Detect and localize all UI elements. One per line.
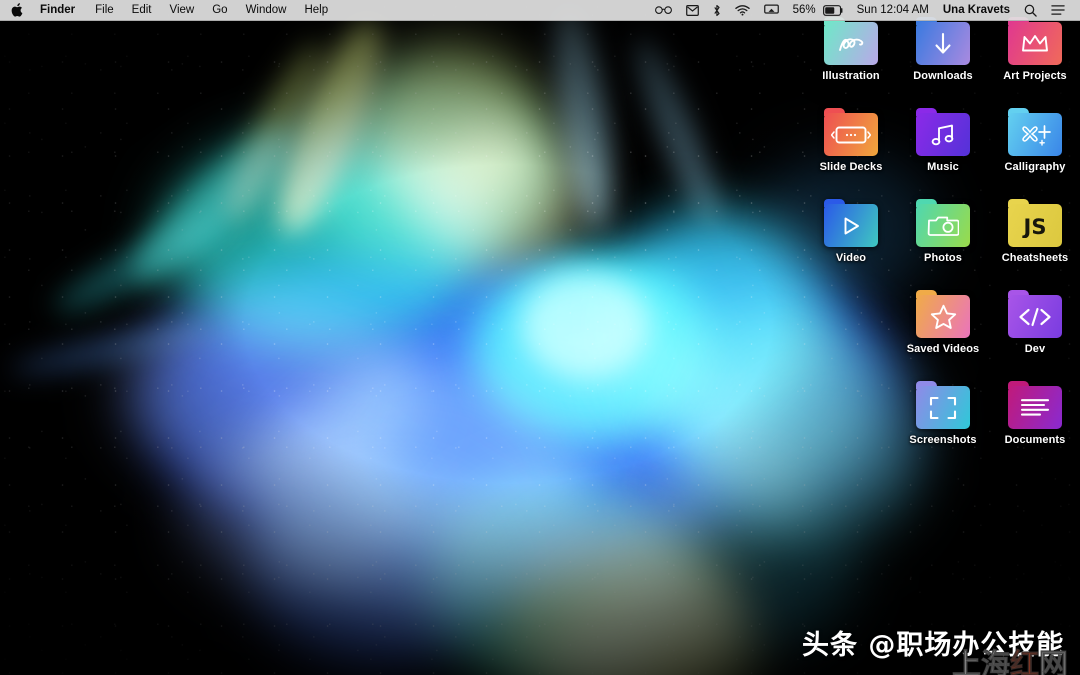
watermark-shanghaihongwang: 上海红网 xyxy=(951,641,1069,675)
battery-percent-label: 56% xyxy=(792,4,816,16)
crop-icon xyxy=(916,386,970,429)
crown-icon xyxy=(1008,22,1062,65)
folder-icon[interactable] xyxy=(824,199,878,247)
user-name-label[interactable]: Una Kravets xyxy=(936,0,1017,20)
watermark-part-1: 上海 xyxy=(951,647,1011,675)
menu-item-finder[interactable]: Finder xyxy=(34,0,86,20)
desktop-screen: Finder File Edit View Go Window Help 56%… xyxy=(0,0,1080,675)
wifi-icon[interactable] xyxy=(728,0,757,20)
menu-item-edit[interactable]: Edit xyxy=(123,0,161,20)
menu-item-help[interactable]: Help xyxy=(295,0,337,20)
star-icon xyxy=(916,295,970,338)
mail-icon[interactable] xyxy=(679,0,706,20)
desktop-icon-illustration[interactable]: Illustration xyxy=(806,17,896,83)
folder-icon[interactable] xyxy=(824,108,878,156)
js-icon: JS xyxy=(1008,204,1062,247)
folder-icon[interactable] xyxy=(824,17,878,65)
desktop-icon-label: Saved Videos xyxy=(906,343,980,355)
folder-icon[interactable] xyxy=(916,17,970,65)
desktop-icon-label: Music xyxy=(927,161,959,173)
desktop-icon-label: Video xyxy=(835,252,867,264)
desktop-icon-label: Photos xyxy=(924,252,962,264)
desktop-icon-art-projects[interactable]: Art Projects xyxy=(990,17,1080,83)
folder-icon[interactable]: JS xyxy=(1008,199,1062,247)
slide-icon xyxy=(824,113,878,156)
apple-logo-icon[interactable] xyxy=(9,0,34,20)
svg-text:JS: JS xyxy=(1022,215,1047,238)
desktop-icon-documents[interactable]: Documents xyxy=(990,381,1080,447)
scribble-icon xyxy=(824,22,878,65)
desktop-icon-label: Dev xyxy=(1024,343,1046,355)
desktop-icon-label: Calligraphy xyxy=(1004,161,1066,173)
watermark-part-2: 网 xyxy=(1039,647,1069,675)
desktop-icon-label: Downloads xyxy=(913,70,973,82)
menu-item-go[interactable]: Go xyxy=(203,0,236,20)
play-icon xyxy=(824,204,878,247)
music-note-icon xyxy=(916,113,970,156)
folder-icon[interactable] xyxy=(1008,381,1062,429)
desktop-icon-label: Slide Decks xyxy=(819,161,883,173)
menu-bar-left: Finder File Edit View Go Window Help xyxy=(0,0,337,20)
desktop-icon-downloads[interactable]: Downloads xyxy=(898,17,988,83)
folder-icon[interactable] xyxy=(1008,17,1062,65)
desktop-icon-music[interactable]: Music xyxy=(898,108,988,174)
clock-label[interactable]: Sun 12:04 AM xyxy=(850,0,936,20)
battery-icon[interactable] xyxy=(822,0,850,20)
desktop-icon-photos[interactable]: Photos xyxy=(898,199,988,265)
desktop-icon-label: Cheatsheets xyxy=(1001,252,1069,264)
camera-icon xyxy=(916,204,970,247)
menu-item-view[interactable]: View xyxy=(161,0,204,20)
desktop-icon-dev[interactable]: Dev xyxy=(990,290,1080,356)
airplay-icon[interactable] xyxy=(757,0,786,20)
desktop-icon-video[interactable]: Video xyxy=(806,199,896,265)
folder-icon[interactable] xyxy=(1008,290,1062,338)
desktop-icon-label: Art Projects xyxy=(1003,70,1067,82)
desktop-icon-grid: Illustration Downloads Art Projects Slide D… xyxy=(806,17,1080,492)
search-icon[interactable] xyxy=(1017,0,1044,20)
desktop-icon-label: Documents xyxy=(1004,434,1066,446)
desktop-icon-label: Screenshots xyxy=(909,434,977,446)
watermark-part-red: 红 xyxy=(1010,647,1040,675)
lines-icon xyxy=(1008,386,1062,429)
desktop-icon-saved-videos[interactable]: Saved Videos xyxy=(898,290,988,356)
desktop-icon-slide-decks[interactable]: Slide Decks xyxy=(806,108,896,174)
control-center-icon[interactable] xyxy=(1044,0,1072,20)
desktop-icon-cheatsheets[interactable]: JS Cheatsheets xyxy=(990,199,1080,265)
glasses-icon[interactable] xyxy=(648,0,679,20)
menu-item-file[interactable]: File xyxy=(86,0,123,20)
folder-icon[interactable] xyxy=(916,108,970,156)
folder-icon[interactable] xyxy=(916,381,970,429)
folder-icon[interactable] xyxy=(916,199,970,247)
folder-icon[interactable] xyxy=(1008,108,1062,156)
desktop-icon-label: Illustration xyxy=(822,70,880,82)
desktop-icon-calligraphy[interactable]: Calligraphy xyxy=(990,108,1080,174)
menu-bar[interactable]: Finder File Edit View Go Window Help 56%… xyxy=(0,0,1080,21)
code-icon xyxy=(1008,295,1062,338)
desktop-icon-screenshots[interactable]: Screenshots xyxy=(898,381,988,447)
bluetooth-icon[interactable] xyxy=(706,0,728,20)
menu-bar-status-area: 56% Sun 12:04 AM Una Kravets xyxy=(648,0,1080,20)
sparkles-icon xyxy=(1008,113,1062,156)
down-arrow-icon xyxy=(916,22,970,65)
menu-item-window[interactable]: Window xyxy=(237,0,296,20)
folder-icon[interactable] xyxy=(916,290,970,338)
